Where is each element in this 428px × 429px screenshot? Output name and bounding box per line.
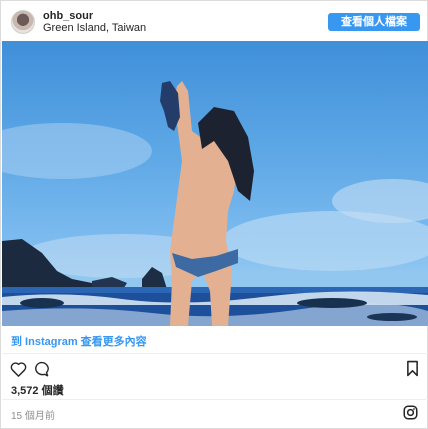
heart-outline-icon[interactable] xyxy=(10,361,27,382)
divider xyxy=(2,399,428,400)
post-photo[interactable] xyxy=(2,41,428,326)
instagram-logo-icon[interactable] xyxy=(403,405,418,425)
username[interactable]: ohb_sour xyxy=(43,10,146,22)
post-timestamp[interactable]: 15 個月前 xyxy=(11,407,55,422)
comment-bubble-icon[interactable] xyxy=(32,361,49,382)
avatar[interactable] xyxy=(11,10,35,34)
location[interactable]: Green Island, Taiwan xyxy=(43,22,146,35)
divider xyxy=(2,353,428,354)
bookmark-icon[interactable] xyxy=(406,360,419,382)
account-info: ohb_sour Green Island, Taiwan xyxy=(43,10,146,35)
like-count[interactable]: 3,572 個讚 xyxy=(11,382,64,398)
view-more-on-instagram-link[interactable]: 到 Instagram 查看更多內容 xyxy=(11,333,147,349)
photo-scene xyxy=(2,81,428,326)
post-header: ohb_sour Green Island, Taiwan 查看個人檔案 xyxy=(1,1,427,41)
view-profile-button[interactable]: 查看個人檔案 xyxy=(328,13,420,31)
instagram-embed: ohb_sour Green Island, Taiwan 查看個人檔案 到 I… xyxy=(0,0,428,429)
action-row xyxy=(1,357,427,381)
